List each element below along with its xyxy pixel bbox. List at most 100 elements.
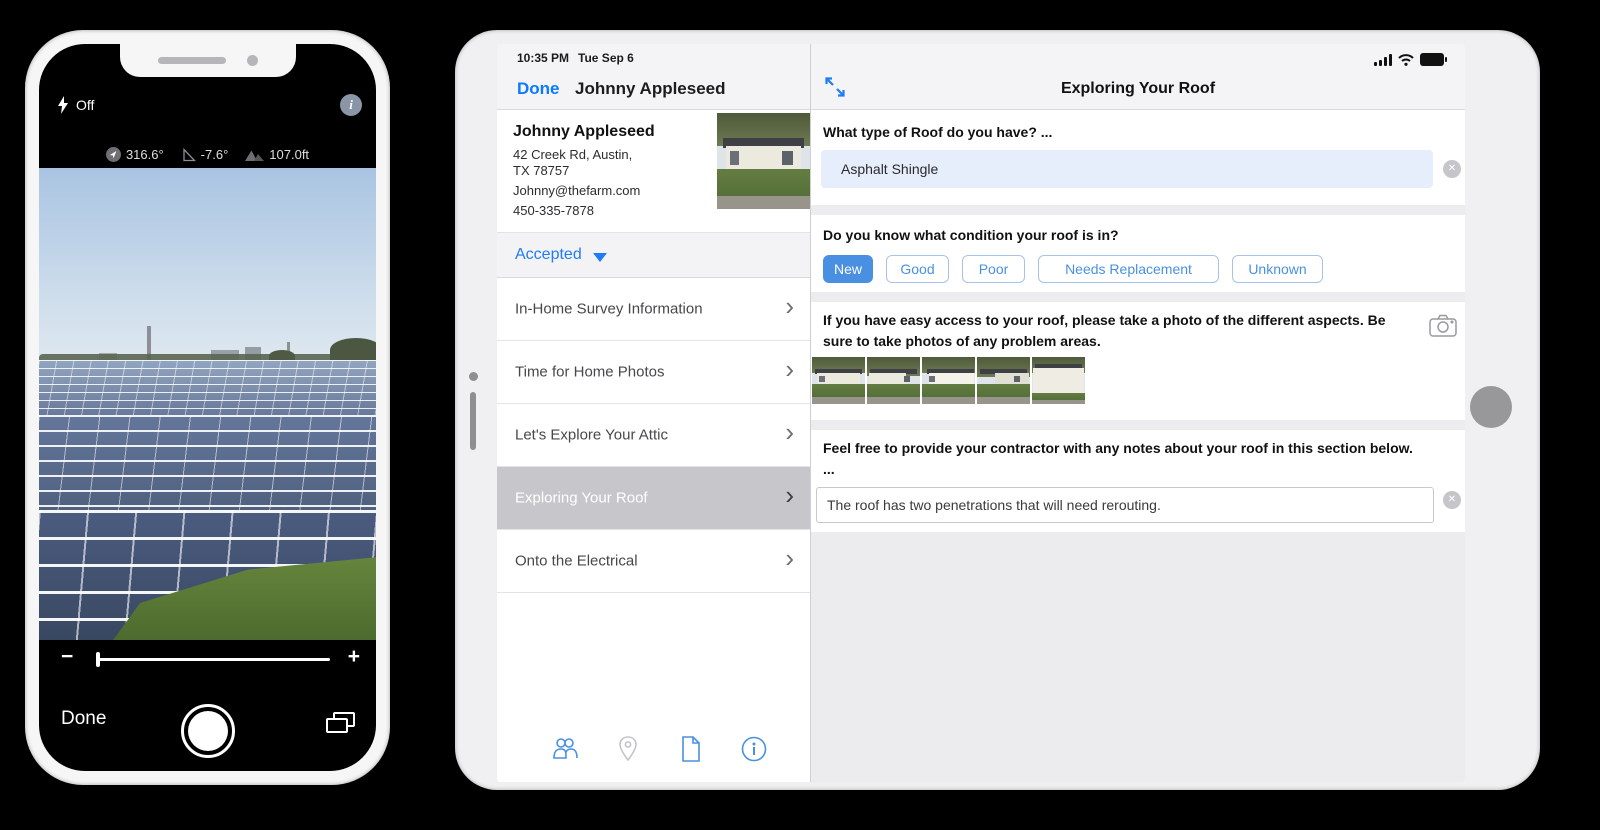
left-nav-bar: 10:35 PM Tue Sep 6 Done Johnny Appleseed [497, 44, 810, 110]
elevation-readout: 107.0ft [269, 147, 310, 162]
contact-phone: 450-335-7878 [513, 203, 594, 218]
chevron-right-icon [785, 480, 794, 511]
status-dropdown[interactable]: Accepted [497, 232, 810, 278]
camera-viewfinder [39, 168, 376, 640]
solar-panels-mid [39, 415, 376, 510]
clear-roof-type-button[interactable] [1443, 160, 1461, 178]
form-nav-bar: Exploring Your Roof [811, 44, 1465, 110]
camera-readouts: 316.6° -7.6° 107.0ft [39, 147, 376, 162]
customer-panel: 10:35 PM Tue Sep 6 Done Johnny Appleseed… [497, 44, 810, 782]
section-label: In-Home Survey Information [515, 300, 703, 318]
chevron-right-icon [785, 543, 794, 574]
flash-state-label: Off [76, 97, 95, 113]
roof-photo-thumbnail[interactable] [1032, 357, 1085, 404]
zoom-slider-thumb[interactable] [96, 652, 100, 667]
phone-notch [119, 44, 296, 77]
cellular-signal-icon [1374, 53, 1392, 66]
condition-label: Do you know what condition your roof is … [823, 227, 1119, 243]
contact-address-line2: TX 78757 [513, 163, 570, 178]
notes-input[interactable]: The roof has two penetrations that will … [816, 487, 1434, 523]
nav-title: Johnny Appleseed [575, 79, 726, 98]
bezel-camera-dot [469, 372, 478, 381]
camera-info-button[interactable]: i [340, 94, 362, 116]
bezel-bar [470, 392, 476, 450]
home-button[interactable] [1470, 386, 1512, 428]
roof-type-question: What type of Roof do you have? ... Aspha… [811, 110, 1465, 205]
roof-type-input[interactable]: Asphalt Shingle [821, 150, 1433, 188]
chevron-down-icon [593, 253, 607, 262]
compass-heading: 316.6° [125, 147, 164, 162]
contacts-icon[interactable] [552, 736, 580, 760]
section-row-attic[interactable]: Let's Explore Your Attic [497, 404, 810, 467]
photo-stack-button[interactable] [326, 712, 356, 736]
camera-done-button[interactable]: Done [61, 708, 106, 730]
section-label: Let's Explore Your Attic [515, 426, 668, 444]
chevron-right-icon [785, 291, 794, 322]
condition-option-unknown[interactable]: Unknown [1232, 255, 1323, 283]
status-dropdown-label: Accepted [515, 246, 582, 263]
zoom-out-button[interactable]: − [61, 645, 73, 669]
tablet-device: 10:35 PM Tue Sep 6 Done Johnny Appleseed… [455, 30, 1540, 790]
condition-option-needs-replacement[interactable]: Needs Replacement [1038, 255, 1219, 283]
roof-notes-question: Feel free to provide your contractor wit… [811, 430, 1465, 532]
contact-address-line1: 42 Creek Rd, Austin, [513, 147, 633, 162]
flash-button[interactable]: Off [57, 96, 94, 114]
bottom-toolbar [497, 720, 810, 782]
property-photo [717, 113, 810, 209]
contact-card: Johnny Appleseed 42 Creek Rd, Austin, TX… [497, 111, 810, 232]
chevron-right-icon [785, 354, 794, 385]
roof-photo-thumbnails [812, 357, 1085, 404]
contact-name: Johnny Appleseed [513, 123, 655, 140]
zoom-slider-track[interactable] [96, 652, 330, 667]
tilt-angle-icon [183, 147, 196, 161]
section-label: Time for Home Photos [515, 363, 665, 381]
done-button[interactable]: Done [517, 79, 560, 99]
photo-stack-front [326, 718, 348, 733]
zoom-slider-row: − + [39, 644, 376, 678]
wifi-icon [1398, 53, 1414, 66]
status-bar-left: 10:35 PM Tue Sep 6 [517, 51, 634, 65]
section-row-home-photos[interactable]: Time for Home Photos [497, 341, 810, 404]
zoom-in-button[interactable]: + [348, 645, 360, 669]
form-title: Exploring Your Roof [1060, 80, 1216, 97]
condition-option-good[interactable]: Good [886, 255, 949, 283]
house-photo-art [717, 113, 810, 209]
document-icon[interactable] [680, 736, 702, 762]
tablet-screen: 10:35 PM Tue Sep 6 Done Johnny Appleseed… [497, 44, 1465, 782]
tilt-readout: -7.6° [200, 147, 229, 162]
shutter-button[interactable] [181, 704, 235, 758]
contact-email: Johnny@thefarm.com [513, 183, 641, 198]
camera-icon[interactable] [1429, 314, 1457, 337]
phone-device: Off i 316.6° -7.6° 107.0ft − + Done [25, 30, 390, 785]
clear-notes-button[interactable] [1443, 491, 1461, 509]
survey-section-list: In-Home Survey Information Time for Home… [497, 278, 810, 593]
roof-type-label: What type of Roof do you have? ... [823, 124, 1053, 140]
section-row-in-home-survey[interactable]: In-Home Survey Information [497, 278, 810, 341]
battery-icon [1420, 53, 1447, 66]
info-icon[interactable] [741, 736, 767, 762]
shutter-inner [188, 711, 228, 751]
roof-photos-question: If you have easy access to your roof, pl… [811, 302, 1465, 420]
survey-form-panel: Exploring Your Roof What type of Roof do… [810, 44, 1465, 782]
section-label: Onto the Electrical [515, 552, 638, 570]
section-label: Exploring Your Roof [515, 489, 648, 507]
section-row-roof[interactable]: Exploring Your Roof [497, 467, 810, 530]
solar-panels-far [39, 360, 376, 415]
phone-screen: Off i 316.6° -7.6° 107.0ft − + Done [39, 44, 376, 771]
roof-photo-thumbnail[interactable] [922, 357, 975, 404]
condition-options: New Good Poor Needs Replacement Unknown [823, 255, 1323, 283]
tree [330, 338, 376, 362]
roof-photo-thumbnail[interactable] [867, 357, 920, 404]
roof-photo-thumbnail[interactable] [977, 357, 1030, 404]
status-date: Tue Sep 6 [578, 51, 634, 65]
viewfinder-sky [39, 168, 376, 363]
section-row-electrical[interactable]: Onto the Electrical [497, 530, 810, 593]
chevron-right-icon [785, 417, 794, 448]
compass-icon [105, 147, 121, 162]
elevation-mountain-icon [245, 150, 265, 161]
condition-option-new[interactable]: New [823, 255, 873, 283]
roof-photo-thumbnail[interactable] [812, 357, 865, 404]
location-pin-icon[interactable] [617, 736, 639, 762]
condition-option-poor[interactable]: Poor [962, 255, 1025, 283]
flash-bolt-icon [58, 96, 68, 114]
